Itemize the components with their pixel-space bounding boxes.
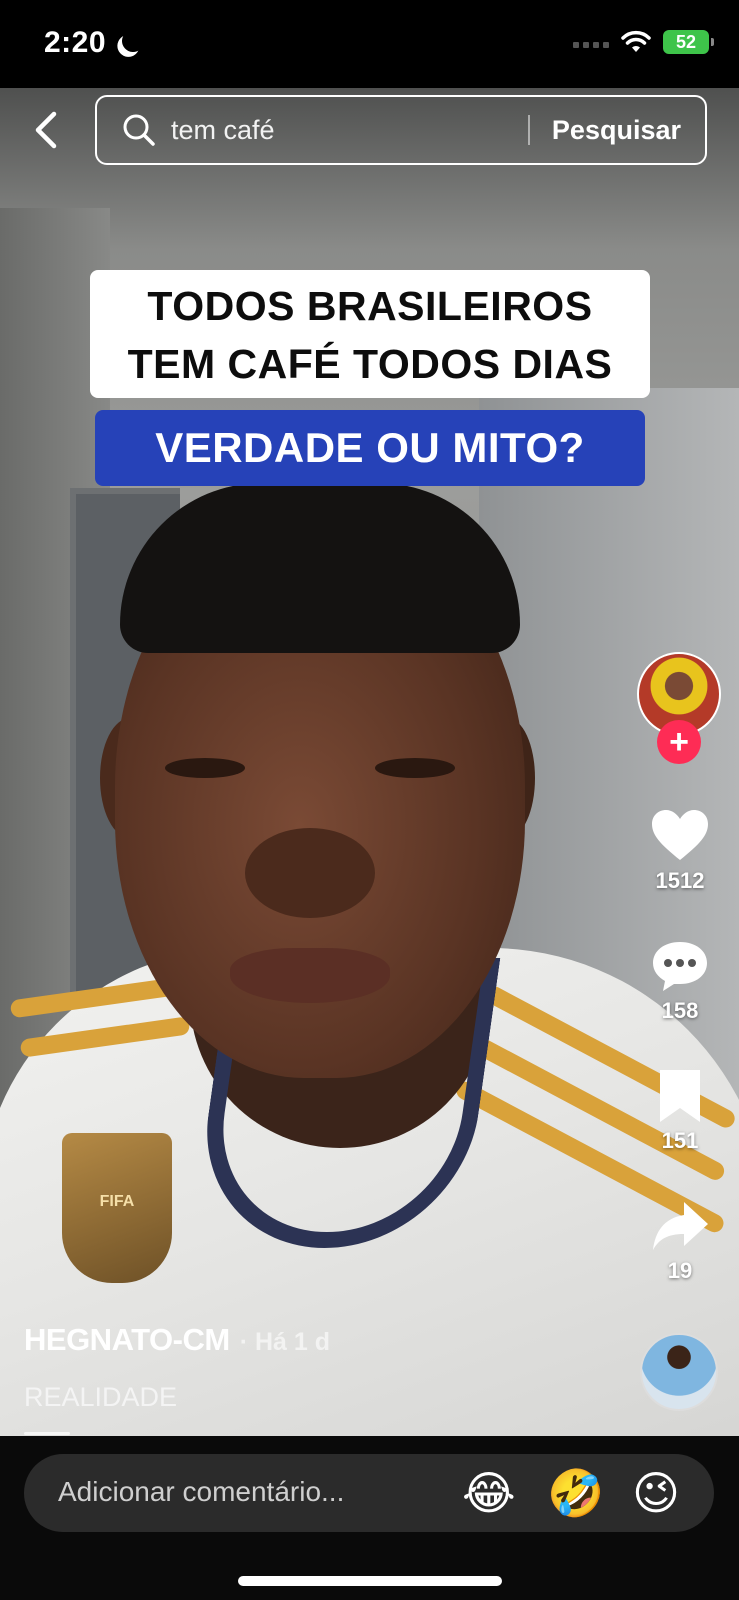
share-arrow-icon <box>653 1202 708 1250</box>
person-eye <box>375 758 455 778</box>
search-submit-button[interactable]: Pesquisar <box>552 115 681 146</box>
status-bar: 2:20 52 <box>0 0 739 88</box>
like-count: 1512 <box>655 868 705 893</box>
emoji-laughing-button[interactable]: 😂 <box>462 1466 516 1520</box>
home-indicator[interactable] <box>238 1576 502 1586</box>
badge-label: FIFA <box>99 1193 135 1210</box>
comment-bubble-icon <box>653 942 707 991</box>
back-chevron-icon <box>35 111 57 149</box>
search-divider <box>527 115 530 145</box>
back-button[interactable] <box>28 108 64 152</box>
signal-icon <box>573 36 609 48</box>
battery-icon: 52 <box>663 30 714 54</box>
battery-level: 52 <box>675 31 697 52</box>
comment-count: 158 <box>661 998 699 1023</box>
status-time: 2:20 <box>44 26 136 60</box>
emoji-wink-button[interactable]: 😉 <box>632 1466 680 1520</box>
search-bar[interactable]: tem café Pesquisar <box>95 95 707 165</box>
bookmark-icon <box>660 1070 700 1122</box>
save-button[interactable]: 151 <box>640 1068 720 1154</box>
video-progress[interactable] <box>24 1432 70 1435</box>
person-nose <box>245 828 375 918</box>
post-description[interactable]: REALIDADE <box>24 1382 177 1413</box>
video-caption: TODOS BRASILEIROS TEM CAFÉ TODOS DIAS <box>90 270 650 398</box>
like-button[interactable]: 1512 <box>640 808 720 894</box>
caption-line-2: TEM CAFÉ TODOS DIAS <box>127 341 613 387</box>
heart-icon <box>652 810 708 860</box>
creator-name[interactable]: HEGNATO-CM <box>24 1322 230 1358</box>
clock-text: 2:20 <box>44 26 107 59</box>
comment-placeholder: Adicionar comentário... <box>58 1476 345 1507</box>
comment-button[interactable]: 158 <box>640 938 720 1024</box>
follow-button[interactable]: + <box>657 720 701 764</box>
shirt-badge: FIFA <box>62 1133 172 1283</box>
music-disc[interactable] <box>640 1333 718 1411</box>
share-button[interactable]: 19 <box>640 1198 720 1284</box>
person-mouth <box>230 948 390 1003</box>
emoji-rolling-button[interactable]: 🤣 <box>547 1466 604 1520</box>
save-count: 151 <box>661 1128 699 1153</box>
post-time: · Há 1 d <box>239 1328 330 1356</box>
person-hair <box>120 483 520 653</box>
wifi-icon <box>621 30 651 52</box>
caption-line-1: TODOS BRASILEIROS <box>147 283 593 329</box>
status-indicators: 52 <box>573 30 714 54</box>
creator-info: HEGNATO-CM · Há 1 d <box>24 1322 330 1358</box>
share-count: 19 <box>667 1258 693 1283</box>
search-icon <box>123 114 155 146</box>
moon-icon <box>119 27 147 55</box>
caption-highlight: VERDADE OU MITO? <box>95 410 645 486</box>
person-eye <box>165 758 245 778</box>
search-input[interactable]: tem café <box>171 115 528 146</box>
